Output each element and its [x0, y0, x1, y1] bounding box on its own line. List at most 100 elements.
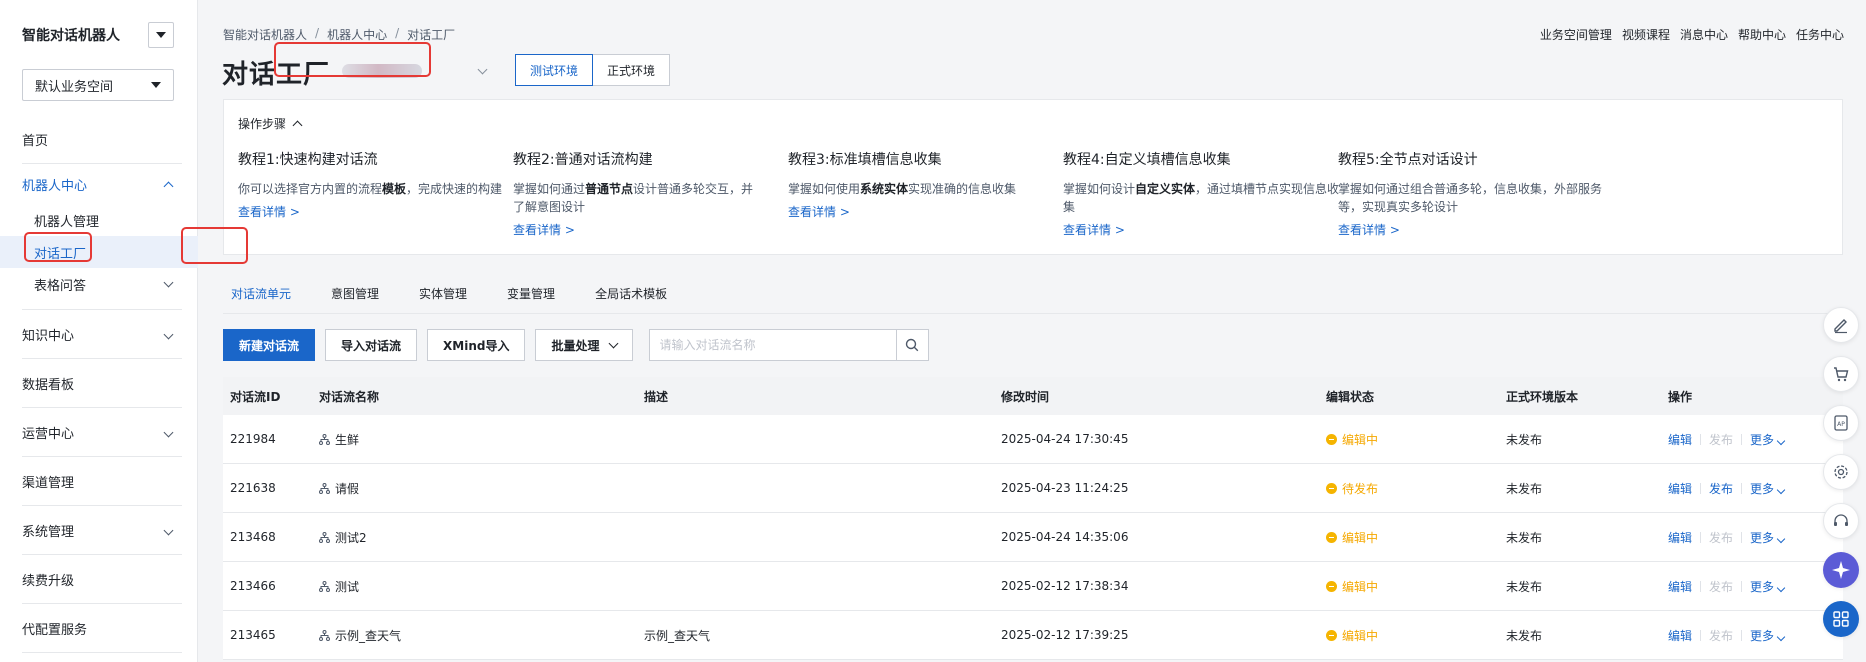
- tutorial-step-link[interactable]: 查看详情 >: [238, 203, 548, 220]
- table-header: 对话流ID 对话流名称 描述 修改时间 编辑状态 正式环境版本 操作: [223, 377, 1843, 415]
- status-text: 编辑中: [1342, 530, 1379, 545]
- flow-icon: [319, 482, 330, 494]
- flow-name[interactable]: 示例_查天气: [335, 627, 401, 644]
- ai-assistant-button[interactable]: [1823, 552, 1859, 588]
- link-video-course[interactable]: 视频课程: [1622, 26, 1670, 43]
- edit-link[interactable]: 编辑: [1668, 431, 1692, 448]
- divider: [1741, 433, 1743, 445]
- sidebar-item-config-service[interactable]: 代配置服务: [0, 604, 198, 653]
- feedback-button[interactable]: [1823, 307, 1859, 343]
- flow-name[interactable]: 测试2: [335, 529, 367, 546]
- edit-link[interactable]: 编辑: [1668, 627, 1692, 644]
- breadcrumb-separator: /: [315, 26, 320, 40]
- edit-link[interactable]: 编辑: [1668, 529, 1692, 546]
- chevron-up-icon: [163, 181, 174, 192]
- cell-status: 编辑中: [1326, 529, 1506, 546]
- more-dropdown[interactable]: 更多: [1750, 431, 1786, 448]
- cell-id: 213468: [230, 530, 276, 544]
- tutorial-step-link[interactable]: 查看详情 >: [513, 221, 823, 238]
- tab-test-env[interactable]: 测试环境: [515, 54, 594, 86]
- link-business-space[interactable]: 业务空间管理: [1540, 26, 1612, 43]
- tab-prod-env[interactable]: 正式环境: [593, 54, 671, 86]
- sidebar-item-dashboard[interactable]: 数据看板: [0, 359, 198, 408]
- highlight-box-bot-select: [274, 42, 431, 77]
- sidebar-item-system[interactable]: 系统管理: [0, 506, 198, 555]
- status-dot-icon: [1326, 629, 1337, 641]
- sidebar-item-home[interactable]: 首页: [0, 115, 198, 164]
- sidebar-subitem-table-qa[interactable]: 表格问答: [0, 268, 198, 300]
- col-header-status: 编辑状态: [1326, 389, 1375, 404]
- edit-link[interactable]: 编辑: [1668, 480, 1692, 497]
- xmind-import-button[interactable]: XMind导入: [427, 329, 526, 361]
- tab-global-template[interactable]: 全局话术模板: [587, 272, 675, 314]
- more-dropdown[interactable]: 更多: [1750, 578, 1786, 595]
- sidebar-item-knowledge[interactable]: 知识中心: [0, 310, 198, 359]
- publish-link[interactable]: 发布: [1709, 529, 1733, 546]
- batch-process-button[interactable]: 批量处理: [535, 329, 633, 361]
- more-dropdown[interactable]: 更多: [1750, 627, 1786, 644]
- more-label: 更多: [1750, 530, 1775, 545]
- cell-desc: 示例_查天气: [644, 628, 711, 643]
- flow-name[interactable]: 请假: [335, 480, 359, 497]
- caret-down-icon: [156, 32, 166, 38]
- sidebar-item-channels[interactable]: 渠道管理: [0, 457, 198, 506]
- sidebar-item-bot-center[interactable]: 机器人中心: [0, 164, 198, 204]
- cell-id: 221638: [230, 481, 276, 495]
- divider: [1741, 580, 1743, 592]
- tab-entity-manage[interactable]: 实体管理: [411, 272, 475, 314]
- link-help-center[interactable]: 帮助中心: [1738, 26, 1786, 43]
- search-button[interactable]: [896, 329, 929, 361]
- sidebar-item-operations[interactable]: 运营中心: [0, 408, 198, 457]
- sidebar-item-label: 首页: [22, 134, 49, 149]
- tutorial-step-link[interactable]: 查看详情 >: [788, 203, 1098, 220]
- sidebar-item-label: 系统管理: [22, 525, 75, 540]
- link-message-center[interactable]: 消息中心: [1680, 26, 1728, 43]
- flow-name[interactable]: 生鲜: [335, 431, 359, 448]
- sidebar-toggle-button[interactable]: [148, 22, 174, 48]
- edit-icon: [1834, 319, 1847, 334]
- flow-name[interactable]: 测试: [335, 578, 359, 595]
- business-space-select[interactable]: 默认业务空间: [22, 69, 174, 101]
- cell-version: 未发布: [1506, 628, 1543, 643]
- search-box: [648, 329, 929, 361]
- flow-icon: [319, 531, 330, 543]
- sidebar-item-label: 续费升级: [22, 574, 75, 589]
- tutorial-step-title: 教程3:标准填槽信息收集: [788, 152, 942, 168]
- sidebar-item-label: 数据看板: [22, 378, 75, 393]
- publish-link[interactable]: 发布: [1709, 627, 1733, 644]
- support-button[interactable]: [1823, 503, 1859, 539]
- more-dropdown[interactable]: 更多: [1750, 480, 1786, 497]
- brand-title: 智能对话机器人: [22, 28, 120, 44]
- sidebar-item-label: 知识中心: [22, 329, 75, 344]
- apps-button[interactable]: [1823, 601, 1859, 637]
- new-dialog-flow-button[interactable]: 新建对话流: [223, 329, 316, 361]
- col-header-ops: 操作: [1668, 389, 1693, 404]
- more-dropdown[interactable]: 更多: [1750, 529, 1786, 546]
- link-task-center[interactable]: 任务中心: [1796, 26, 1844, 43]
- steps-header[interactable]: 操作步骤: [238, 115, 303, 132]
- breadcrumb-item[interactable]: 智能对话机器人: [223, 26, 307, 43]
- sidebar-item-renewal[interactable]: 续费升级: [0, 555, 198, 604]
- cart-button[interactable]: [1823, 356, 1859, 392]
- divider: [0, 300, 198, 310]
- tutorial-step-link[interactable]: 查看详情 >: [1063, 221, 1373, 238]
- import-dialog-flow-button[interactable]: 导入对话流: [325, 329, 418, 361]
- tab-dialog-flow-unit[interactable]: 对话流单元: [223, 272, 299, 314]
- tutorial-step-link[interactable]: 查看详情 >: [1338, 221, 1648, 238]
- chevron-down-icon: [163, 277, 174, 288]
- publish-link[interactable]: 发布: [1709, 431, 1733, 448]
- settings-button[interactable]: [1823, 454, 1859, 490]
- divider: [1700, 580, 1702, 592]
- search-input[interactable]: [648, 329, 897, 361]
- cell-time: 2025-04-24 14:35:06: [1001, 530, 1129, 544]
- cell-version: 未发布: [1506, 432, 1543, 447]
- chevron-down-icon: [1776, 583, 1786, 592]
- edit-link[interactable]: 编辑: [1668, 578, 1692, 595]
- tab-intent-manage[interactable]: 意图管理: [323, 272, 387, 314]
- breadcrumb-item[interactable]: 机器人中心: [327, 26, 387, 43]
- publish-link[interactable]: 发布: [1709, 578, 1733, 595]
- tab-variable-manage[interactable]: 变量管理: [499, 272, 563, 314]
- api-button[interactable]: AP: [1823, 405, 1859, 441]
- publish-link[interactable]: 发布: [1709, 480, 1733, 497]
- chevron-down-icon: [477, 64, 488, 74]
